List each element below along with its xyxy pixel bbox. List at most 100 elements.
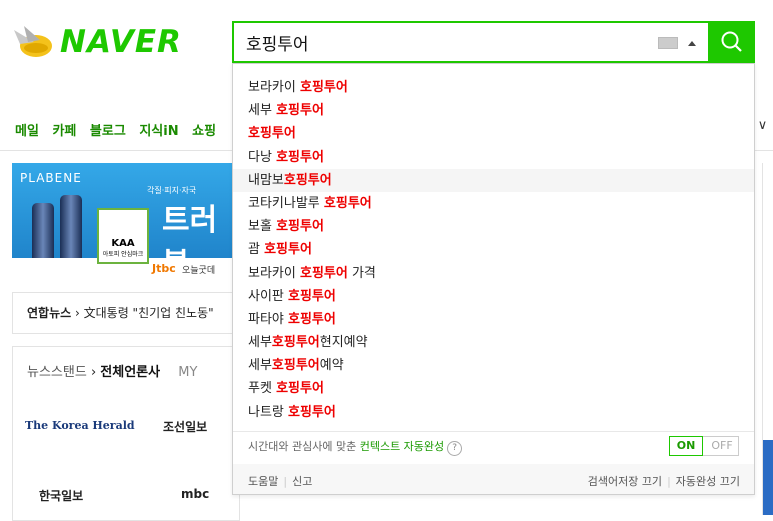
suggestion-item[interactable]: 코타키나발루 호핑투어 (233, 192, 754, 215)
suggestion-item[interactable]: 보라카이 호핑투어 (233, 76, 754, 99)
search-button[interactable] (710, 21, 755, 63)
newsstand-panel: 뉴스스탠드 › 전체언론사 MY The Korea Herald 조선일보 한… (12, 346, 240, 521)
press-logo[interactable]: mbc (181, 487, 209, 501)
naver-logo[interactable]: NAVER (10, 22, 215, 64)
suggestion-item[interactable]: 다낭 호핑투어 (233, 146, 754, 169)
autocomplete-off-link[interactable]: 자동완성 끄기 (676, 475, 740, 488)
logo-text: NAVER (60, 24, 182, 60)
suggestion-item[interactable]: 사이판 호핑투어 (233, 285, 754, 308)
separator: | (283, 475, 288, 488)
help-icon[interactable]: ? (447, 441, 463, 456)
suggestion-item[interactable]: 보라카이 호핑투어 가격 (233, 262, 754, 285)
suggestion-prefix: 괌 (248, 242, 265, 258)
press-logo[interactable]: 조선일보 (163, 418, 207, 435)
suggestion-prefix: 세부 (248, 103, 277, 119)
context-text: 시간대와 관심사에 맞춘 (248, 440, 360, 453)
suggestion-item[interactable]: 내맘보호핑투어 (233, 168, 754, 192)
suggestion-prefix: 세부 (248, 335, 272, 351)
suggestion-keyword: 호핑투어 (323, 195, 372, 211)
autocomplete-dropdown: 보라카이 호핑투어 세부 호핑투어 호핑투어 다낭 호핑투어 내맘보호핑투어 코타키나발루… (232, 63, 755, 495)
suggestion-list: 보라카이 호핑투어 세부 호핑투어 호핑투어 다낭 호핑투어 내맘보호핑투어 코타키나발루… (233, 64, 754, 424)
suggestion-keyword: 호핑투어 (299, 80, 348, 95)
news-source[interactable]: 연합뉴스 (27, 306, 71, 320)
kaa-badge: KAA 아토피 안심마크 (97, 208, 149, 264)
suggestion-keyword: 호핑투어 (271, 358, 320, 374)
suggestion-keyword: 호핑투어 (264, 242, 312, 258)
history-off-link[interactable]: 검색어저장 끄기 (588, 475, 662, 488)
nav-item-kin[interactable]: 지식iN (139, 124, 178, 139)
nav-item-mail[interactable]: 메일 (15, 124, 39, 139)
suggestion-prefix: 푸켓 (248, 381, 277, 397)
search-input[interactable] (246, 29, 626, 55)
service-nav: 메일 카페 블로그 지식iN 쇼핑 (15, 120, 225, 139)
news-headline[interactable]: 文대통령 "친기업 친노동" (84, 306, 214, 320)
chevron-right-icon: › (75, 306, 84, 320)
context-autocomplete-link[interactable]: 컨텍스트 자동완성 (360, 440, 444, 453)
newsstand-header: 뉴스스탠드 › 전체언론사 MY (27, 361, 197, 380)
help-link[interactable]: 도움말 (248, 475, 278, 488)
suggestion-prefix: 보라카이 (248, 80, 300, 95)
kaa-subtext: 아토피 안심마크 (102, 251, 144, 258)
suggestion-suffix: 가격 (347, 265, 376, 281)
naver-bird-icon (14, 26, 52, 57)
suggestion-item[interactable]: 세부호핑투어예약 (233, 354, 754, 377)
suggestion-prefix: 보라카이 (248, 265, 300, 281)
suggestion-prefix: 다낭 (248, 149, 277, 165)
suggestion-prefix: 코타키나발루 (248, 195, 324, 211)
kaa-text: KAA (111, 238, 135, 249)
suggestion-prefix: 파타야 (248, 311, 289, 327)
suggestion-keyword: 호핑투어 (276, 103, 324, 119)
suggestion-prefix: 내맘보 (248, 172, 284, 188)
my-press-tab[interactable]: MY (178, 365, 197, 380)
toggle-on[interactable]: ON (669, 436, 703, 456)
right-ad[interactable] (763, 440, 773, 515)
nav-item-blog[interactable]: 블로그 (90, 124, 126, 139)
separator: | (667, 475, 671, 488)
nav-item-cafe[interactable]: 카페 (52, 124, 76, 139)
suggestion-prefix: 보홀 (248, 219, 277, 235)
autocomplete-toggle[interactable]: ON OFF (669, 436, 739, 456)
suggestion-item[interactable]: 호핑투어 (233, 122, 754, 145)
suggestion-item[interactable]: 파타야 호핑투어 (233, 308, 754, 331)
chevron-right-icon: › (90, 365, 101, 380)
divider (233, 431, 754, 432)
suggestion-item[interactable]: 세부 호핑투어 (233, 99, 754, 122)
caret-up-icon[interactable] (688, 41, 696, 46)
press-logo[interactable]: 한국일보 (39, 487, 83, 504)
press-logo[interactable]: The Korea Herald (25, 419, 135, 432)
suggestion-keyword: 호핑투어 (288, 288, 336, 304)
suggestion-item[interactable]: 푸켓 호핑투어 (233, 377, 754, 400)
context-autocomplete-info: 시간대와 관심사에 맞춘 컨텍스트 자동완성? (248, 438, 463, 456)
toggle-off[interactable]: OFF (706, 437, 738, 455)
keyboard-icon[interactable] (658, 37, 678, 49)
suggestion-keyword: 호핑투어 (248, 126, 296, 142)
jtbc-logo: Jtbc (152, 262, 176, 275)
ad-banner[interactable]: PLABENE 각질·피지·자국 트러블 KAA 아토피 안심마크 Jtbc 오… (12, 163, 240, 280)
suggestion-prefix: 사이판 (248, 288, 289, 304)
magnifier-icon (721, 31, 742, 52)
suggestion-item[interactable]: 보홀 호핑투어 (233, 215, 754, 238)
banner-footer-text: 오늘굿데 (182, 266, 216, 276)
suggestion-suffix: 예약 (319, 358, 344, 374)
autocomplete-footer: 도움말 | 신고 검색어저장 끄기 | 자동완성 끄기 (233, 464, 754, 494)
nav-item-shopping[interactable]: 쇼핑 (192, 124, 216, 139)
suggestion-keyword: 호핑투어 (276, 381, 324, 397)
suggestion-keyword: 호핑투어 (276, 149, 324, 165)
suggestion-suffix: 현지예약 (319, 335, 368, 351)
suggestion-prefix: 세부 (248, 358, 272, 374)
suggestion-keyword: 호핑투어 (288, 311, 336, 327)
search-box[interactable] (232, 21, 710, 63)
suggestion-keyword: 호핑투어 (276, 219, 324, 235)
suggestion-keyword: 호핑투어 (299, 265, 348, 281)
report-link[interactable]: 신고 (292, 475, 312, 488)
banner-brand: PLABENE (20, 171, 82, 185)
suggestion-item[interactable]: 괌 호핑투어 (233, 238, 754, 261)
newsstand-tab[interactable]: 뉴스스탠드 (27, 365, 87, 380)
news-ticker[interactable]: 연합뉴스 › 文대통령 "친기업 친노동" (12, 292, 240, 334)
suggestion-item[interactable]: 세부호핑투어현지예약 (233, 331, 754, 354)
suggestion-keyword: 호핑투어 (271, 335, 320, 351)
suggestion-prefix: 나트랑 (248, 404, 289, 420)
suggestion-keyword: 호핑투어 (288, 404, 336, 420)
all-press-tab[interactable]: 전체언론사 (100, 365, 160, 380)
suggestion-item[interactable]: 나트랑 호핑투어 (233, 401, 754, 424)
